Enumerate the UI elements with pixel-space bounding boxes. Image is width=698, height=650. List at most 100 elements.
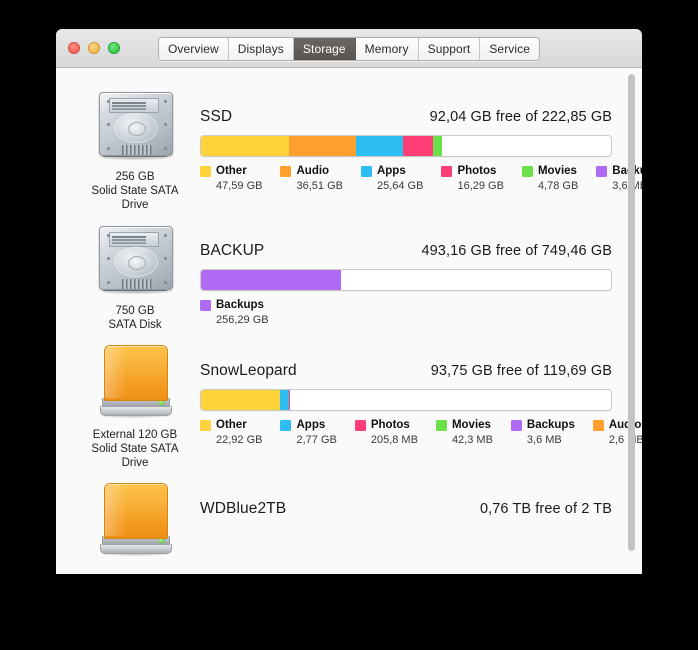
volume-free-space: 0,76 TB free of 2 TB: [479, 501, 612, 517]
capacity-segment-free: [289, 390, 611, 410]
capacity-bar: [200, 389, 612, 411]
volume-header: SSD 92,04 GB free of 222,85 GB: [200, 108, 612, 126]
maximize-button[interactable]: [108, 42, 120, 54]
volume-free-space: 93,75 GB free of 119,69 GB: [430, 363, 612, 379]
drive-icon-area: 750 GB SATA Disk: [70, 218, 200, 332]
storage-panel: 256 GB Solid State SATA Drive SSD 92,04 GB f…: [56, 68, 642, 574]
legend-item: Audio 36,51 GB: [280, 165, 343, 192]
capacity-legend: Backups 256,29 GB: [200, 299, 612, 326]
vertical-scrollbar[interactable]: [626, 68, 638, 574]
legend-value: 256,29 GB: [216, 314, 269, 326]
drive-row: 256 GB Solid State SATA Drive SSD 92,04 GB f…: [56, 84, 642, 212]
volume-header: BACKUP 493,16 GB free of 749,46 GB: [200, 242, 612, 260]
drive-caption: 256 GB Solid State SATA Drive: [75, 170, 195, 212]
legend-item: Movies 4,78 GB: [521, 165, 578, 192]
capacity-legend: Other 47,59 GB Audio 36,51 GB Apps 25,64 GB Ph…: [200, 165, 642, 192]
external-hard-drive-icon: [92, 344, 178, 420]
legend-item: Photos 205,8 MB: [354, 419, 418, 446]
tab-support[interactable]: Support: [418, 38, 481, 60]
tab-memory[interactable]: Memory: [355, 38, 419, 60]
legend-swatch-backups: [200, 299, 211, 311]
capacity-segment-free: [441, 136, 611, 156]
capacity-bar: [200, 269, 612, 291]
tab-displays[interactable]: Displays: [228, 38, 294, 60]
volume-name: WDBlue2TB: [200, 500, 287, 517]
volume-info: BACKUP 493,16 GB free of 749,46 GB Backups…: [200, 218, 616, 326]
close-button[interactable]: [68, 42, 80, 54]
drive-caption: 750 GB SATA Disk: [75, 304, 195, 332]
drive-icon-area: 256 GB Solid State SATA Drive: [70, 84, 200, 212]
legend-value: 205,8 MB: [370, 434, 418, 446]
capacity-segment-other: [201, 136, 289, 156]
legend-item: Other 47,59 GB: [200, 165, 262, 192]
volume-free-space: 92,04 GB free of 222,85 GB: [429, 109, 612, 125]
legend-value: 25,64 GB: [376, 180, 424, 192]
scrollbar-thumb[interactable]: [628, 74, 635, 551]
legend-item: Backups 256,29 GB: [200, 299, 269, 326]
internal-hard-drive-icon: [96, 224, 174, 296]
legend-value: 16,29 GB: [457, 180, 504, 192]
legend-swatch-other: [200, 419, 211, 431]
internal-hard-drive-icon: [96, 90, 174, 162]
capacity-segment-movies: [433, 136, 442, 156]
capacity-bar: [200, 135, 612, 157]
drive-caption-line: Drive: [121, 457, 149, 469]
legend-label: Movies: [537, 165, 577, 177]
legend-value: 2,77 GB: [296, 434, 337, 446]
capacity-segment-free: [341, 270, 611, 290]
capacity-segment-apps: [355, 136, 404, 156]
legend-label: Movies: [451, 419, 491, 431]
legend-label: Backups: [216, 299, 264, 311]
tab-overview[interactable]: Overview: [158, 38, 229, 60]
legend-item: Movies 42,3 MB: [435, 419, 493, 446]
about-this-mac-window: Overview Displays Storage Memory Support…: [56, 29, 642, 574]
legend-value: 22,92 GB: [216, 434, 263, 446]
legend-swatch-backups: [510, 419, 522, 431]
volume-name: SSD: [200, 108, 233, 125]
volume-name: SnowLeopard: [200, 362, 297, 379]
legend-swatch-photos: [441, 165, 453, 177]
legend-item: Other 22,92 GB: [200, 419, 262, 446]
window-controls: [68, 42, 120, 54]
legend-swatch-apps: [360, 165, 372, 177]
legend-swatch-movies: [521, 165, 533, 177]
volume-info: SnowLeopard 93,75 GB free of 119,69 GB Oth…: [200, 338, 642, 446]
legend-item: Apps 2,77 GB: [280, 419, 337, 446]
legend-swatch-movies: [435, 419, 447, 431]
drive-caption-line: Solid State SATA: [91, 185, 179, 197]
drive-icon-area: [70, 476, 200, 558]
tab-storage[interactable]: Storage: [293, 38, 356, 60]
volume-header: WDBlue2TB 0,76 TB free of 2 TB: [200, 500, 612, 518]
legend-item: Photos 16,29 GB: [441, 165, 504, 192]
tab-bar: Overview Displays Storage Memory Support…: [157, 37, 541, 61]
legend-label: Other: [216, 165, 247, 177]
legend-label: Photos: [457, 165, 497, 177]
drive-caption-line: External 120 GB: [92, 429, 178, 441]
volume-free-space: 493,16 GB free of 749,46 GB: [421, 243, 612, 259]
drive-row: 750 GB SATA Disk BACKUP 493,16 GB free of 7…: [56, 218, 642, 332]
volume-header: SnowLeopard 93,75 GB free of 119,69 GB: [200, 362, 612, 380]
legend-value: 3,6 MB: [526, 434, 562, 446]
drive-row: External 120 GB Solid State SATA Drive Snow…: [56, 338, 642, 470]
minimize-button[interactable]: [88, 42, 100, 54]
volume-name: BACKUP: [200, 242, 265, 259]
drive-caption-line: 256 GB: [115, 171, 155, 183]
legend-value: 36,51 GB: [296, 180, 343, 192]
legend-swatch-backups: [596, 165, 608, 177]
capacity-segment-apps: [279, 390, 289, 410]
drive-caption-line: 750 GB: [115, 305, 155, 317]
drive-icon-area: External 120 GB Solid State SATA Drive: [70, 338, 200, 470]
legend-value: 42,3 MB: [451, 434, 493, 446]
legend-label: Other: [216, 419, 247, 431]
legend-swatch-apps: [280, 419, 292, 431]
legend-label: Apps: [376, 165, 406, 177]
volume-info: WDBlue2TB 0,76 TB free of 2 TB: [200, 476, 616, 527]
legend-item: Backups 3,6 MB: [510, 419, 575, 446]
drive-caption: External 120 GB Solid State SATA Drive: [75, 428, 195, 470]
capacity-segment-backups: [201, 270, 342, 290]
legend-item: Apps 25,64 GB: [360, 165, 424, 192]
capacity-segment-audio: [288, 136, 356, 156]
window-titlebar: Overview Displays Storage Memory Support…: [56, 29, 642, 68]
tab-service[interactable]: Service: [480, 38, 540, 60]
drive-caption-line: SATA Disk: [108, 319, 162, 331]
